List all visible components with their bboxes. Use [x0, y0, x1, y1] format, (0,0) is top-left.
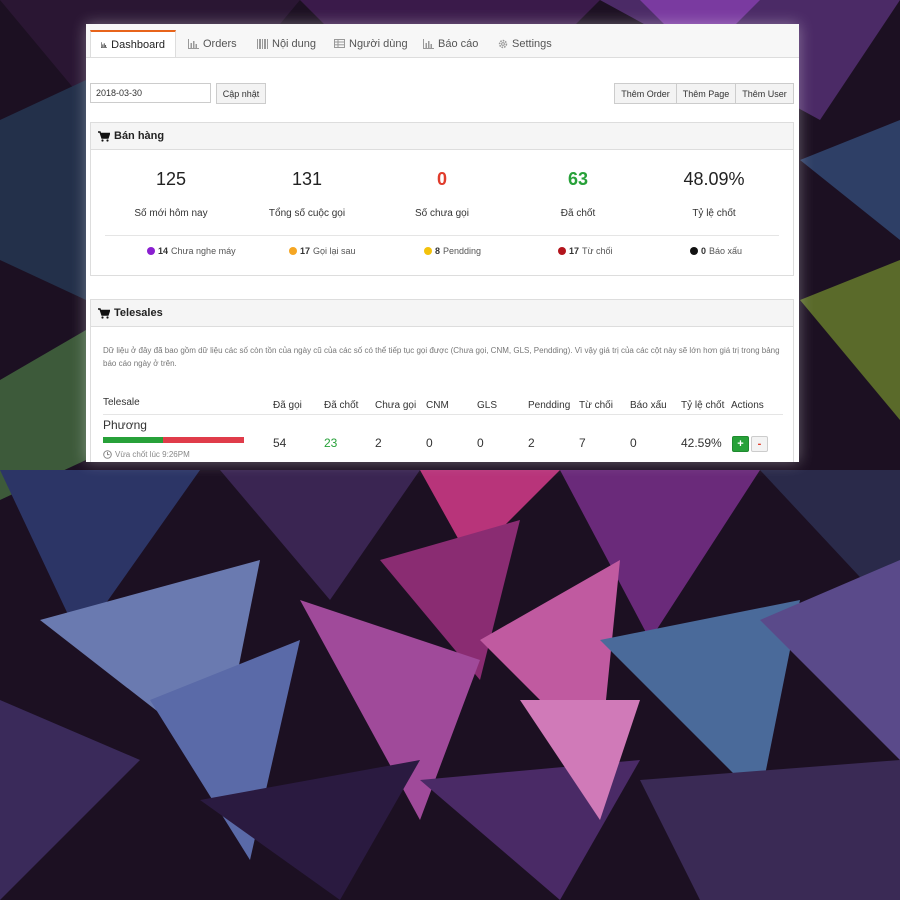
legend-no-answer: 14 Chưa nghe máy — [147, 246, 236, 256]
col-header: Pendding — [528, 400, 571, 411]
legend-pending: 8 Pendding — [424, 246, 481, 256]
stat-total-calls: 131 — [237, 169, 377, 190]
legend-label: Chưa nghe máy — [171, 246, 236, 256]
stat-close-rate: 48.09% — [644, 169, 784, 190]
stat-value: 131 — [291, 169, 323, 189]
add-page-button[interactable]: Thêm Page — [676, 83, 736, 104]
tab-label: Settings — [512, 37, 552, 50]
stat-value: 48.09% — [683, 169, 745, 189]
legend-count: 8 — [435, 246, 441, 256]
stat-value: 0 — [436, 169, 447, 189]
legend-call-back: 17 Gọi lại sau — [289, 246, 356, 256]
increase-button[interactable]: + — [732, 436, 749, 452]
stat-label: Tỷ lệ chốt — [692, 208, 736, 219]
black-dot-icon — [690, 247, 698, 255]
stat-label: Đã chốt — [560, 208, 596, 219]
tab-label: Dashboard — [111, 38, 165, 51]
orange-dot-icon — [289, 247, 297, 255]
cell-closed: 23 — [324, 436, 338, 450]
tab-label: Người dùng — [349, 37, 408, 50]
tab-reports[interactable]: Báo cáo — [423, 30, 478, 57]
last-closed: Vừa chốt lúc 9:26PM — [103, 450, 190, 459]
stat-label: Tổng số cuộc gọi — [268, 208, 346, 219]
tab-label: Báo cáo — [438, 37, 479, 50]
legend-count: 17 — [569, 246, 580, 256]
cart-icon — [98, 130, 110, 142]
last-closed-text: Vừa chốt lúc 9:26PM — [115, 450, 190, 459]
cell-called: 54 — [273, 436, 287, 450]
add-user-button[interactable]: Thêm User — [735, 83, 794, 104]
close-progress-fill — [103, 437, 164, 443]
col-header: GLS — [477, 400, 498, 411]
divider — [105, 235, 779, 236]
tab-content[interactable]: Nội dung — [257, 30, 316, 57]
cell-cnm: 0 — [426, 436, 433, 450]
stat-closed: 63 — [508, 169, 648, 190]
decrease-button[interactable]: - — [751, 436, 768, 452]
purple-dot-icon — [147, 247, 155, 255]
col-header: Tỷ lệ chốt — [681, 400, 725, 411]
tab-users[interactable]: Người dùng — [334, 30, 408, 57]
sales-panel: Bán hàng 125 131 0 63 48.09% Số mới hôm … — [90, 122, 794, 276]
cell-rejected: 7 — [579, 436, 586, 450]
panel-header: Bán hàng — [91, 123, 793, 150]
cell-gls: 0 — [477, 436, 484, 450]
legend-count: 0 — [701, 246, 707, 256]
tab-bar: Dashboard Orders Nội dung Người dùng Báo… — [86, 24, 799, 58]
panel-title: Bán hàng — [114, 130, 165, 142]
telesale-name: Phương — [103, 418, 147, 432]
add-order-button[interactable]: Thêm Order — [614, 83, 677, 104]
cell-not-called: 2 — [375, 436, 382, 450]
legend-bad: 0 Báo xấu — [690, 246, 742, 256]
panel-title: Telesales — [114, 307, 163, 319]
barcode-icon — [257, 38, 268, 49]
col-header: Từ chối — [579, 400, 613, 411]
date-input[interactable] — [90, 83, 211, 103]
clock-icon — [103, 450, 112, 459]
telesales-note: Dữ liệu ở đây đã bao gồm dữ liệu các số … — [103, 346, 780, 368]
stat-not-called: 0 — [372, 169, 512, 190]
stat-value: 125 — [155, 169, 187, 189]
stat-label: Số chưa gọi — [415, 208, 469, 219]
darkred-dot-icon — [558, 247, 566, 255]
legend-label: Báo xấu — [709, 246, 743, 256]
cell-rate: 42.59% — [681, 436, 722, 450]
tab-dashboard[interactable]: Dashboard — [90, 30, 176, 57]
col-header: Đã chốt — [324, 400, 359, 411]
col-header: Báo xấu — [630, 400, 667, 411]
stat-new-today: 125 — [101, 169, 241, 190]
tab-settings[interactable]: Settings — [498, 30, 552, 57]
legend-count: 14 — [158, 246, 169, 256]
telesales-panel: Telesales Dữ liệu ở đây đã bao gồm dữ li… — [90, 299, 794, 462]
col-header: Telesale — [103, 397, 140, 408]
gear-icon — [498, 39, 508, 48]
bar-chart-icon — [188, 38, 199, 49]
legend-rejected: 17 Từ chối — [558, 246, 613, 256]
dashboard-window: Dashboard Orders Nội dung Người dùng Báo… — [86, 24, 799, 462]
bar-chart-icon — [101, 41, 108, 48]
col-header: Chưa gọi — [375, 400, 417, 411]
update-button[interactable]: Cập nhật — [216, 83, 266, 104]
cart-icon — [98, 307, 110, 319]
stat-label: Số mới hôm nay — [134, 208, 208, 219]
cell-pending: 2 — [528, 436, 535, 450]
tab-label: Nội dung — [272, 37, 317, 50]
col-header: Đã gọi — [273, 400, 302, 411]
panel-header: Telesales — [91, 300, 793, 327]
divider — [103, 414, 783, 415]
col-header: Actions — [731, 400, 764, 411]
bar-chart-icon — [423, 38, 434, 49]
close-progress-bar — [103, 437, 244, 443]
table-icon — [334, 39, 345, 48]
legend-count: 17 — [300, 246, 311, 256]
col-header: CNM — [426, 400, 449, 411]
tab-orders[interactable]: Orders — [188, 30, 237, 57]
legend-label: Từ chối — [582, 246, 613, 256]
legend-label: Pendding — [443, 246, 482, 256]
yellow-dot-icon — [424, 247, 432, 255]
tab-label: Orders — [203, 37, 237, 50]
legend-label: Gọi lại sau — [313, 246, 356, 256]
cell-bad: 0 — [630, 436, 637, 450]
stat-value: 63 — [567, 169, 589, 189]
